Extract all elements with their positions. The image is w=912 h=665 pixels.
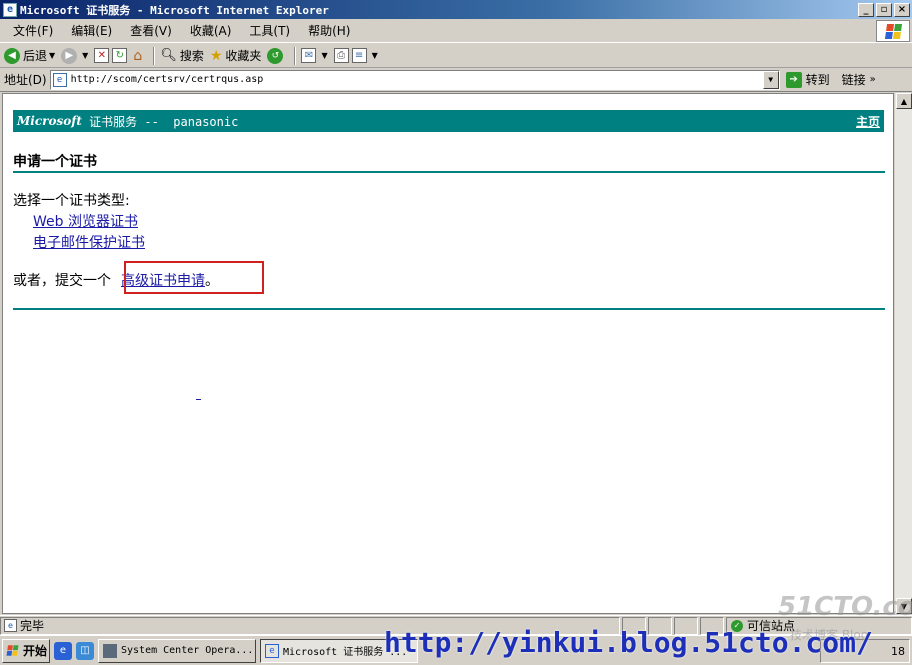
print-icon[interactable]: ⎙ — [333, 48, 349, 63]
mail-button[interactable]: ✉ ▼ — [301, 48, 328, 63]
home-icon[interactable]: ⌂ — [130, 48, 145, 64]
search-button[interactable]: 🔍︎ 搜索 — [160, 47, 204, 64]
go-button[interactable]: ➔ 转到 — [785, 71, 830, 88]
email-protection-cert-link[interactable]: 电子邮件保护证书 — [33, 232, 145, 252]
links-chevron-icon[interactable]: » — [870, 74, 876, 85]
menu-file[interactable]: 文件(F) — [4, 22, 62, 39]
mail-dropdown-icon[interactable]: ▼ — [321, 51, 327, 60]
address-bar: 地址(D) e http://scom/certsrv/certrqus.asp… — [0, 68, 912, 92]
brand-watermark: 51CTO.com — [778, 592, 912, 622]
choose-cert-type-text: 选择一个证书类型: — [13, 193, 130, 209]
standard-toolbar: ◀ 后退 ▼ ▶ ▼ ✕ ↻ ⌂ 🔍︎ 搜索 ★ 收藏夹 ↺ ✉ ▼ ⎙ ≡ ▼ — [0, 44, 912, 68]
stray-mark — [196, 399, 201, 400]
header-brand: Microsoft — [17, 114, 82, 128]
page-title: 申请一个证书 — [13, 154, 97, 170]
forward-button[interactable]: ▶ ▼ — [61, 47, 88, 64]
forward-arrow-icon: ▶ — [61, 47, 78, 64]
refresh-icon[interactable]: ↻ — [112, 48, 128, 63]
ie-page-icon: e — [3, 2, 17, 17]
window-title: Microsoft 证书服务 - Microsoft Internet Expl… — [20, 3, 329, 17]
menu-edit[interactable]: 编辑(E) — [62, 22, 121, 39]
favorites-star-icon: ★ — [209, 47, 223, 64]
start-label: 开始 — [22, 644, 47, 658]
start-button[interactable]: 开始 — [2, 638, 50, 663]
page-done-icon: e — [4, 619, 17, 632]
forward-dropdown-icon[interactable]: ▼ — [82, 51, 88, 60]
minimize-button[interactable]: _ — [858, 2, 874, 17]
address-label: 地址(D) — [4, 73, 47, 87]
media-icon[interactable]: ↺ — [267, 47, 284, 64]
home-link[interactable]: 主页 — [856, 113, 880, 130]
maximize-button[interactable]: ▫ — [876, 2, 892, 17]
status-text: 完毕 — [20, 619, 45, 633]
header-title: 证书服务 -- panasonic — [81, 114, 239, 129]
page-content: Microsoft 证书服务 -- panasonic 主页 申请一个证书 选择… — [2, 93, 894, 614]
stop-icon[interactable]: ✕ — [94, 48, 110, 63]
title-bar: e Microsoft 证书服务 - Microsoft Internet Ex… — [0, 0, 912, 19]
favorites-label: 收藏夹 — [225, 49, 262, 63]
ie-window: e Microsoft 证书服务 - Microsoft Internet Ex… — [0, 0, 912, 665]
mail-icon: ✉ — [301, 48, 317, 63]
divider — [13, 171, 885, 173]
edit-page-icon: ≡ — [351, 48, 367, 63]
highlight-box — [124, 261, 264, 294]
address-input[interactable]: e http://scom/certsrv/certrqus.asp ▼ — [49, 69, 780, 90]
menu-bar: 文件(F) 编辑(E) 查看(V) 收藏(A) 工具(T) 帮助(H) — [0, 19, 912, 43]
links-button[interactable]: 链接 — [842, 71, 866, 88]
search-label: 搜索 — [179, 49, 204, 63]
go-label: 转到 — [805, 73, 830, 87]
menu-help[interactable]: 帮助(H) — [299, 22, 359, 39]
edit-dropdown-icon[interactable]: ▼ — [372, 51, 378, 60]
address-url[interactable]: http://scom/certsrv/certrqus.asp — [71, 74, 264, 85]
task-label: System Center Opera... — [121, 645, 254, 656]
console-icon — [103, 643, 117, 658]
or-text: 或者，提交一个 — [13, 273, 111, 289]
menu-tools[interactable]: 工具(T) — [240, 22, 299, 39]
go-arrow-icon: ➔ — [785, 71, 802, 88]
search-icon: 🔍︎ — [160, 48, 177, 63]
back-button[interactable]: ◀ 后退 ▼ — [4, 47, 55, 64]
page-icon: e — [52, 72, 67, 87]
address-dropdown-icon[interactable]: ▼ — [762, 70, 779, 89]
clock[interactable]: 18 — [891, 645, 905, 658]
menu-favorites[interactable]: 收藏(A) — [181, 22, 241, 39]
taskbar-item-scom[interactable]: System Center Opera... — [98, 638, 256, 663]
ie-quicklaunch-icon[interactable]: e — [54, 641, 72, 660]
close-button[interactable]: × — [894, 2, 910, 17]
ie-task-icon: e — [265, 643, 279, 658]
back-label: 后退 — [23, 49, 48, 63]
scroll-up-icon[interactable]: ▲ — [896, 93, 912, 109]
desktop-quicklaunch-icon[interactable]: ◫ — [76, 641, 94, 660]
windows-logo-icon — [876, 20, 910, 42]
favorites-button[interactable]: ★ 收藏夹 — [210, 47, 262, 64]
cert-services-header: Microsoft 证书服务 -- panasonic 主页 — [13, 110, 884, 132]
divider — [13, 308, 885, 310]
toolbar-separator — [153, 46, 156, 65]
back-arrow-icon: ◀ — [4, 47, 20, 64]
url-watermark: http://yinkui.blog.51cto.com/ — [384, 626, 873, 659]
toolbar-separator — [294, 46, 297, 65]
menu-view[interactable]: 查看(V) — [121, 22, 181, 39]
back-dropdown-icon[interactable]: ▼ — [49, 51, 55, 60]
vertical-scrollbar[interactable]: ▲ ▼ — [894, 93, 912, 614]
start-flag-icon — [6, 645, 19, 656]
web-browser-cert-link[interactable]: Web 浏览器证书 — [33, 211, 138, 231]
edit-button[interactable]: ≡ ▼ — [351, 48, 378, 63]
